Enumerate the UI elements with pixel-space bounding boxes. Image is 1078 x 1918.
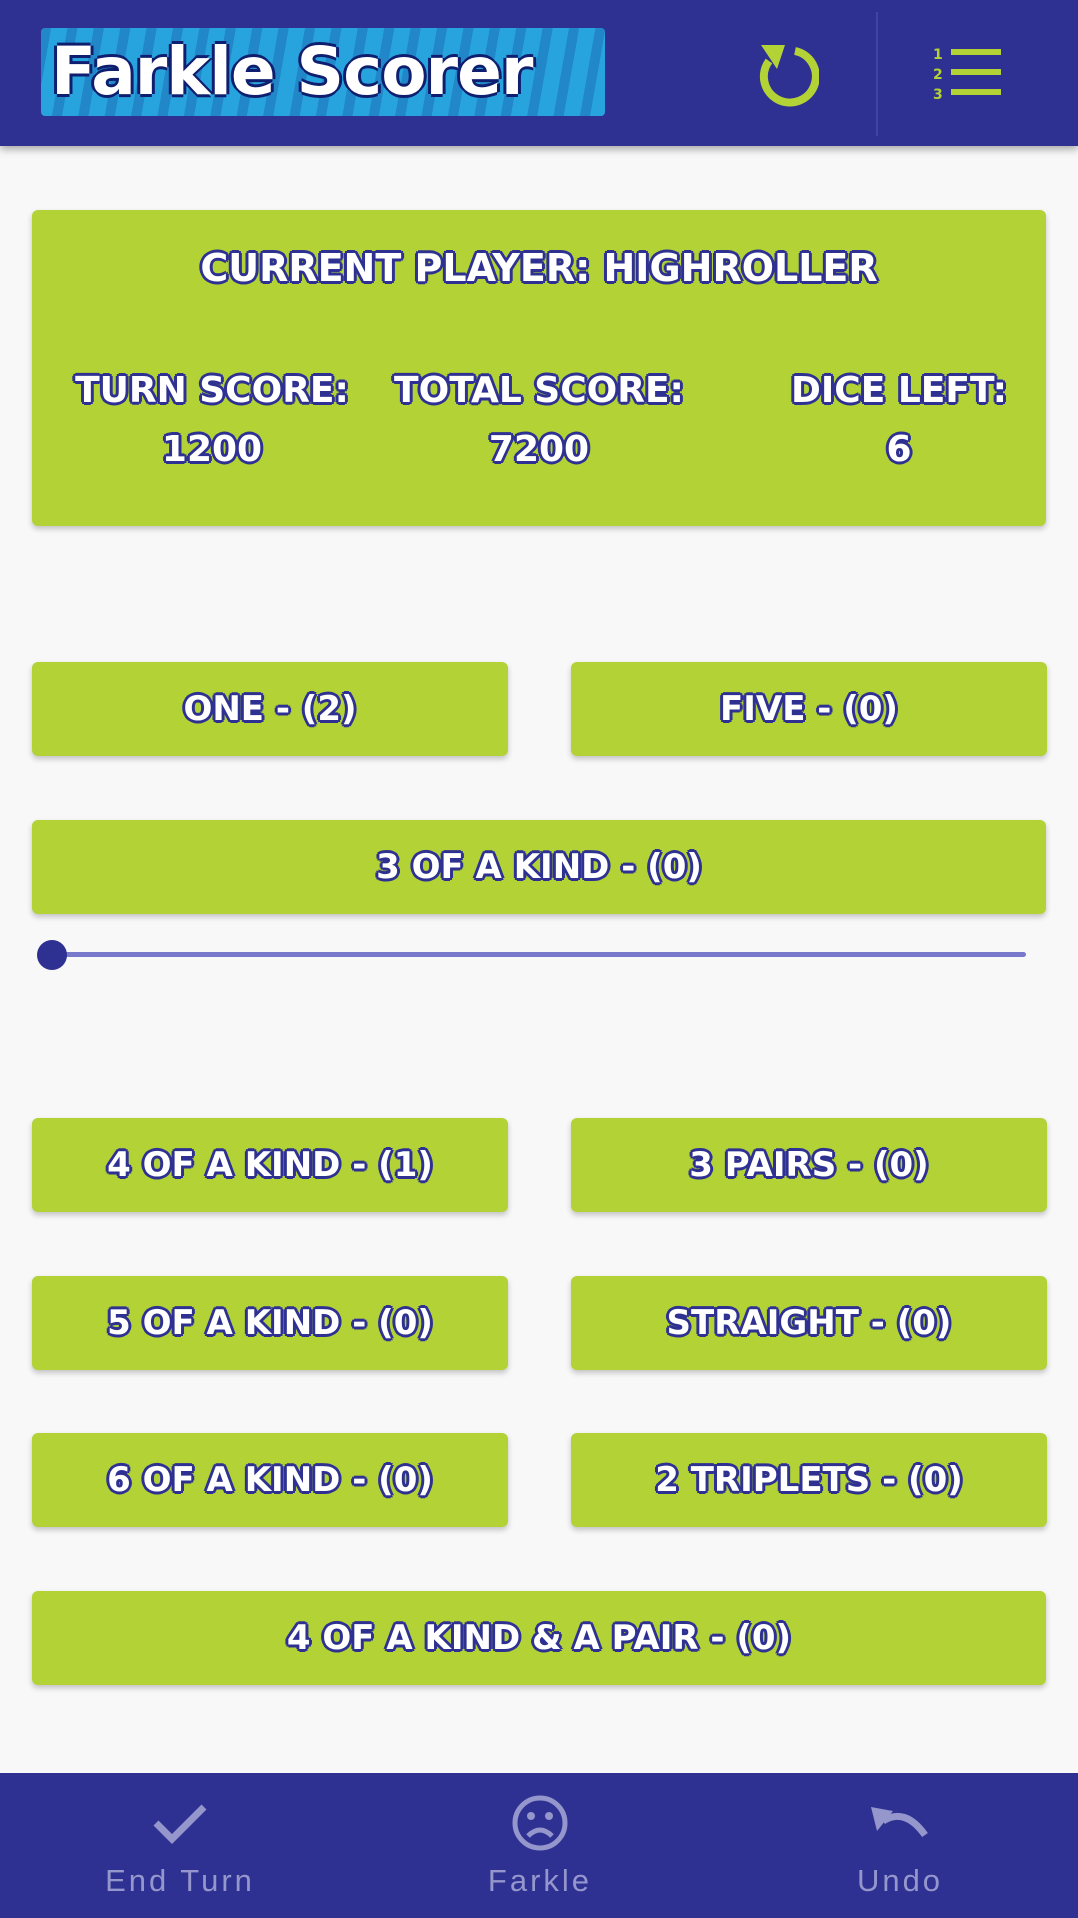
end-turn-button[interactable]: End Turn	[30, 1773, 330, 1918]
five-button-label: FIVE - (0)	[720, 689, 898, 729]
five-of-a-kind-button[interactable]: 5 OF A KIND - (0)	[32, 1276, 508, 1370]
farkle-button[interactable]: Farkle	[390, 1773, 690, 1918]
three-pairs-button[interactable]: 3 PAIRS - (0)	[571, 1118, 1047, 1212]
four-of-a-kind-and-pair-button[interactable]: 4 OF A KIND & A PAIR - (0)	[32, 1591, 1046, 1685]
five-of-a-kind-label: 5 OF A KIND - (0)	[107, 1303, 433, 1343]
two-triplets-button[interactable]: 2 TRIPLETS - (0)	[571, 1433, 1047, 1527]
dice-value-slider[interactable]	[52, 952, 1026, 957]
dice-left-stat: DICE LEFT: 6	[739, 370, 1059, 470]
five-button[interactable]: FIVE - (0)	[571, 662, 1047, 756]
dice-left-label: DICE LEFT:	[791, 370, 1007, 411]
total-score-label: TOTAL SCORE:	[394, 370, 684, 411]
turn-score-value: 1200	[161, 429, 263, 470]
turn-score-stat: TURN SCORE: 1200	[52, 370, 372, 470]
svg-text:2: 2	[933, 67, 943, 83]
four-of-a-kind-label: 4 OF A KIND - (1)	[107, 1145, 433, 1185]
farkle-label: Farkle	[487, 1863, 593, 1898]
straight-label: STRAIGHT - (0)	[666, 1303, 952, 1343]
turn-score-label: TURN SCORE:	[75, 370, 349, 411]
undo-label: Undo	[856, 1863, 944, 1898]
six-of-a-kind-button[interactable]: 6 OF A KIND - (0)	[32, 1433, 508, 1527]
one-button[interactable]: ONE - (2)	[32, 662, 508, 756]
app-title: Farkle Scorer	[51, 33, 533, 110]
two-triplets-label: 2 TRIPLETS - (0)	[655, 1460, 963, 1500]
appbar-divider	[876, 12, 878, 136]
svg-text:1: 1	[933, 47, 943, 63]
app-logo: Farkle Scorer	[41, 28, 605, 116]
turn-status-card: CURRENT PLAYER: HIGHROLLER TURN SCORE: 1…	[32, 210, 1046, 526]
dice-left-value: 6	[886, 429, 912, 470]
ranked-list-icon: 1 2 3	[933, 47, 1001, 103]
three-of-a-kind-button[interactable]: 3 OF A KIND - (0)	[32, 820, 1046, 914]
undo-button[interactable]: Undo	[750, 1773, 1050, 1918]
six-of-a-kind-label: 6 OF A KIND - (0)	[107, 1460, 433, 1500]
four-of-a-kind-and-pair-label: 4 OF A KIND & A PAIR - (0)	[286, 1618, 792, 1658]
undo-icon	[869, 1793, 931, 1853]
app-bar: Farkle Scorer 1 2 3	[0, 0, 1078, 146]
bottom-navigation: End Turn Farkle Undo	[0, 1773, 1078, 1918]
leaderboard-button[interactable]: 1 2 3	[912, 20, 1022, 126]
refresh-button[interactable]	[732, 20, 842, 126]
refresh-icon	[759, 45, 819, 107]
current-player: CURRENT PLAYER: HIGHROLLER	[200, 246, 878, 290]
three-of-a-kind-label: 3 OF A KIND - (0)	[376, 847, 702, 887]
check-icon	[152, 1793, 208, 1853]
three-pairs-label: 3 PAIRS - (0)	[689, 1145, 929, 1185]
straight-button[interactable]: STRAIGHT - (0)	[571, 1276, 1047, 1370]
sad-face-icon	[511, 1793, 569, 1853]
end-turn-label: End Turn	[105, 1863, 255, 1898]
four-of-a-kind-button[interactable]: 4 OF A KIND - (1)	[32, 1118, 508, 1212]
one-button-label: ONE - (2)	[183, 689, 357, 729]
svg-text:3: 3	[933, 87, 943, 103]
slider-thumb[interactable]	[37, 940, 67, 970]
total-score-value: 7200	[488, 429, 590, 470]
total-score-stat: TOTAL SCORE: 7200	[379, 370, 699, 470]
